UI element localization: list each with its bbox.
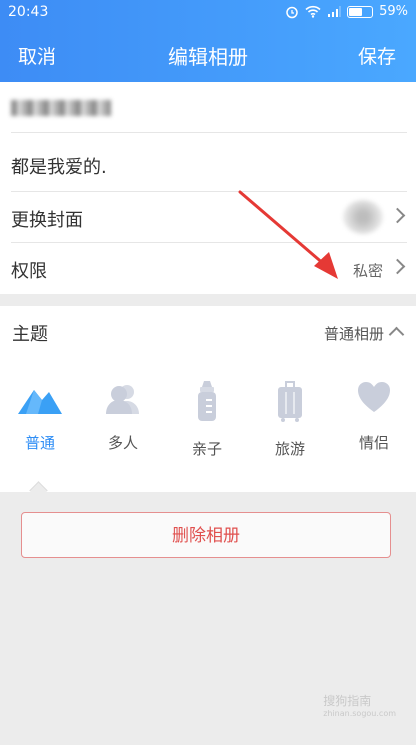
theme-option-travel[interactable]: 旅游 [260,380,320,460]
people-icon [106,385,139,414]
baby-bottle-icon [198,381,216,421]
status-icons: 59% [285,4,408,19]
theme-option-label: 亲子 [191,440,222,458]
watermark-text: 搜狗指南 [323,694,372,708]
battery-level: 59% [379,4,408,19]
delete-album-button[interactable]: 删除相册 [21,512,391,558]
change-cover-row[interactable]: 更换封面 [11,192,407,243]
theme-option-label: 多人 [107,434,138,452]
permission-value: 私密 [352,262,383,280]
heart-icon [358,382,390,412]
permission-label: 权限 [11,261,47,282]
theme-option-multi[interactable]: 多人 [93,380,153,460]
signal-icon [328,5,341,17]
theme-option-parenting[interactable]: 亲子 [177,380,237,460]
theme-option-normal[interactable]: 普通 [10,380,70,460]
album-description-field[interactable]: 都是我爱的. [11,134,407,192]
wifi-icon [305,5,321,18]
nav-bar: 取消 编辑相册 保存 [0,30,416,80]
album-description: 都是我爱的. [11,157,107,178]
chevron-right-icon [389,258,406,275]
mountain-icon [18,390,62,414]
cover-thumbnail [343,200,383,234]
header-bar: 20:43 59% 取消 编辑相册 保存 [0,0,416,82]
album-name-field[interactable] [11,88,407,133]
status-time: 20:43 [8,4,49,20]
theme-option-couple[interactable]: 情侣 [344,380,404,460]
theme-label: 主题 [12,324,48,345]
battery-icon [347,5,374,18]
page-title: 编辑相册 [168,45,248,69]
theme-option-label: 旅游 [274,440,305,458]
blurred-album-name [11,100,111,116]
status-bar: 20:43 59% [0,0,416,26]
watermark: 搜狗指南 zhinan.sogou.com [323,692,396,718]
suitcase-icon [278,381,302,422]
alarm-icon [286,6,298,18]
theme-option-label: 情侣 [358,434,389,452]
theme-option-label: 普通 [24,434,55,452]
permission-row[interactable]: 权限 私密 [11,243,407,293]
change-cover-label: 更换封面 [11,210,83,231]
chevron-right-icon [389,207,406,224]
watermark-url: zhinan.sogou.com [323,709,396,718]
theme-selected-value[interactable]: 普通相册 [324,323,384,344]
save-button[interactable]: 保存 [358,42,396,69]
